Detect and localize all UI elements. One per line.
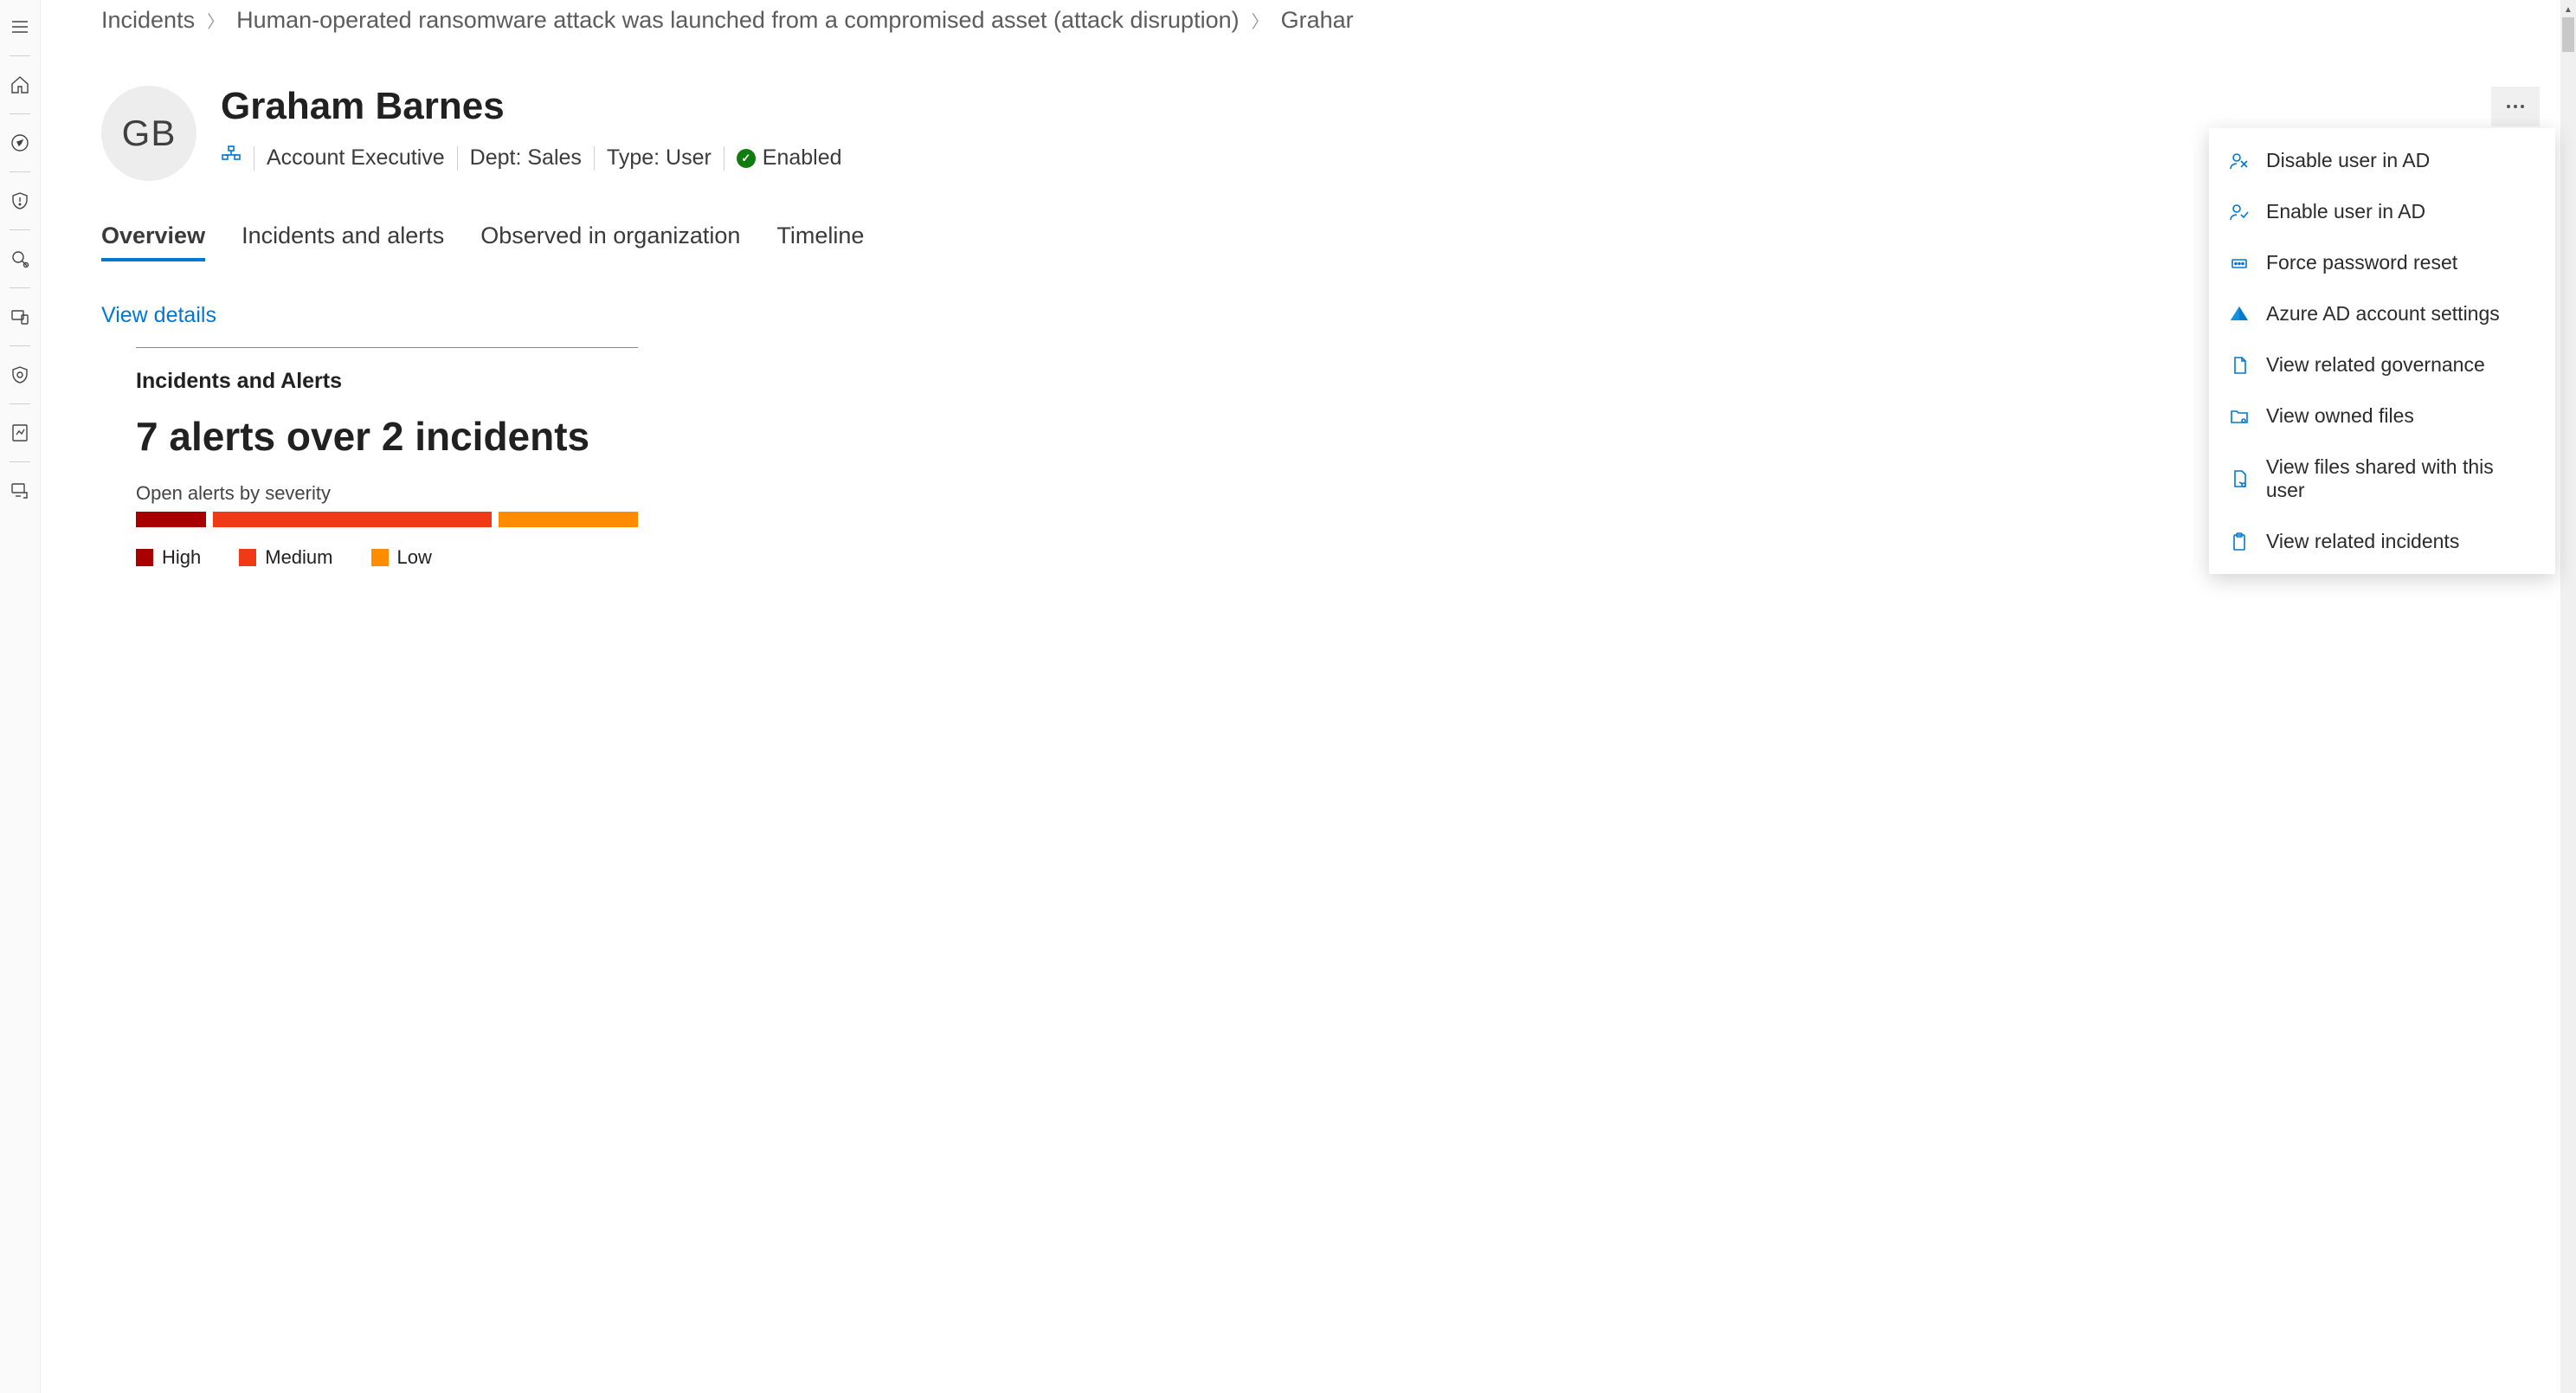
breadcrumb: Incidents 〉 Human-operated ransomware at…: [101, 0, 2541, 34]
user-enable-icon: [2228, 201, 2251, 223]
alerts-summary-stat: 7 alerts over 2 incidents: [136, 413, 2541, 460]
home-icon[interactable]: [0, 65, 40, 105]
nav-separator: [10, 229, 30, 230]
user-disable-icon: [2228, 150, 2251, 172]
menu-view-owned-files[interactable]: View owned files: [2209, 390, 2555, 442]
severity-segment-medium: [213, 512, 492, 527]
severity-chart-label: Open alerts by severity: [136, 482, 2541, 505]
severity-bar-chart: [136, 512, 638, 527]
severity-segment-low: [499, 512, 638, 527]
meta-separator: [457, 146, 458, 171]
check-circle-icon: ✓: [737, 149, 756, 168]
menu-view-shared-files[interactable]: View files shared with this user: [2209, 442, 2555, 516]
legend-swatch-high: [136, 549, 153, 566]
severity-legend: High Medium Low: [136, 546, 2541, 569]
menu-azure-settings[interactable]: Azure AD account settings: [2209, 288, 2555, 339]
incidents-alerts-heading: Incidents and Alerts: [136, 369, 2541, 394]
shield-gear-icon[interactable]: [0, 355, 40, 395]
menu-label: Disable user in AD: [2266, 149, 2430, 172]
legend-label: Medium: [265, 546, 332, 569]
org-chart-icon[interactable]: [221, 145, 242, 171]
breadcrumb-root[interactable]: Incidents: [101, 7, 195, 34]
avatar: GB: [101, 86, 196, 181]
status-text: Enabled: [763, 145, 842, 171]
tab-overview[interactable]: Overview: [101, 222, 205, 261]
password-reset-icon: [2228, 252, 2251, 274]
menu-force-password-reset[interactable]: Force password reset: [2209, 237, 2555, 288]
more-actions-button[interactable]: [2491, 87, 2540, 126]
legend-swatch-medium: [239, 549, 256, 566]
menu-enable-user[interactable]: Enable user in AD: [2209, 186, 2555, 237]
azure-icon: [2228, 303, 2251, 326]
legend-medium: Medium: [239, 546, 332, 569]
file-share-icon: [2228, 468, 2251, 490]
user-type: Type: User: [607, 145, 712, 171]
compass-icon[interactable]: [0, 123, 40, 163]
file-icon: [2228, 354, 2251, 377]
nav-separator: [10, 403, 30, 404]
menu-label: View owned files: [2266, 404, 2414, 428]
severity-segment-high: [136, 512, 206, 527]
nav-separator: [10, 287, 30, 288]
menu-view-related-incidents[interactable]: View related incidents: [2209, 516, 2555, 567]
endpoint-icon[interactable]: [0, 471, 40, 511]
devices-icon[interactable]: [0, 297, 40, 337]
user-meta: Account Executive Dept: Sales Type: User…: [221, 145, 2541, 171]
user-title: Account Executive: [267, 145, 445, 171]
menu-label: View related governance: [2266, 353, 2485, 377]
hamburger-menu-icon[interactable]: [0, 7, 40, 47]
nav-separator: [10, 171, 30, 172]
status-badge: ✓ Enabled: [737, 145, 842, 171]
menu-label: Force password reset: [2266, 251, 2457, 274]
menu-disable-user[interactable]: Disable user in AD: [2209, 135, 2555, 186]
menu-label: Azure AD account settings: [2266, 302, 2500, 326]
page-title: Graham Barnes: [221, 86, 2541, 127]
reports-icon[interactable]: [0, 413, 40, 453]
meta-separator: [594, 146, 595, 171]
action-menu: Disable user in AD Enable user in AD For…: [2209, 128, 2555, 574]
legend-label: High: [162, 546, 201, 569]
menu-label: View files shared with this user: [2266, 455, 2536, 502]
shield-alert-icon[interactable]: [0, 181, 40, 221]
chevron-right-icon: 〉: [1252, 8, 1269, 33]
clipboard-icon: [2228, 531, 2251, 553]
user-dept: Dept: Sales: [470, 145, 582, 171]
left-nav-rail: [0, 0, 41, 1393]
menu-label: View related incidents: [2266, 530, 2459, 553]
menu-label: Enable user in AD: [2266, 200, 2425, 223]
legend-label: Low: [397, 546, 432, 569]
user-header: GB Graham Barnes Account Executive: [101, 86, 2541, 181]
hunting-icon[interactable]: [0, 239, 40, 279]
legend-low: Low: [371, 546, 432, 569]
menu-view-governance[interactable]: View related governance: [2209, 339, 2555, 390]
nav-separator: [10, 113, 30, 114]
breadcrumb-leaf: Grahar: [1281, 7, 1354, 34]
nav-separator: [10, 345, 30, 346]
legend-swatch-low: [371, 549, 389, 566]
folder-user-icon: [2228, 405, 2251, 428]
tab-timeline[interactable]: Timeline: [776, 222, 864, 261]
tab-incidents-alerts[interactable]: Incidents and alerts: [242, 222, 444, 261]
overview-section: View details Incidents and Alerts 7 aler…: [101, 261, 2541, 569]
section-divider: [136, 347, 638, 348]
legend-high: High: [136, 546, 201, 569]
view-details-link[interactable]: View details: [101, 303, 216, 328]
breadcrumb-incident[interactable]: Human-operated ransomware attack was lau…: [236, 7, 1240, 34]
main-panel: ▲ Incidents 〉 Human-operated ransomware …: [41, 0, 2576, 1393]
nav-separator: [10, 55, 30, 56]
nav-separator: [10, 461, 30, 462]
tab-observed-in-org[interactable]: Observed in organization: [480, 222, 740, 261]
tab-bar: Overview Incidents and alerts Observed i…: [101, 222, 2541, 261]
chevron-right-icon: 〉: [207, 8, 224, 33]
